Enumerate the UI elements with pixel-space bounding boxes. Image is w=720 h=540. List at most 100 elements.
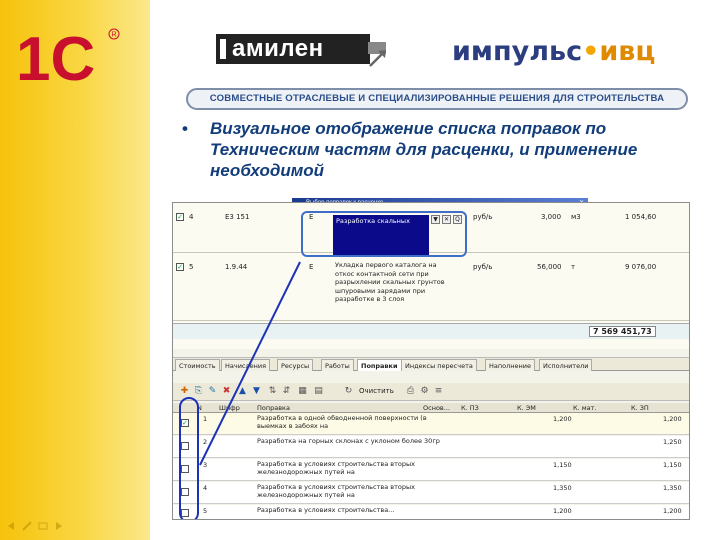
row-unit: руб/ь [473, 213, 493, 221]
col-k-mat: К. мат. [573, 404, 597, 412]
correction-k-zp: 1,350 [663, 484, 682, 492]
correction-text: Разработка в условиях строительства втор… [257, 483, 415, 499]
bullet-dot: • [182, 119, 188, 138]
toolbar: ✚ ⎘ ✎ ✖ ▲ ▼ ⇅ ⇵ ▦ ▤ ↻ Очистить ⎙ ⚙ ≡ [173, 383, 689, 401]
row-description-line: откос контактной сети при [335, 269, 429, 278]
correction-k-em: 1,200 [553, 415, 572, 423]
logo-amilen-text: амилен [216, 34, 370, 64]
filter-off-icon[interactable]: ▤ [313, 386, 324, 397]
add-icon[interactable]: ✚ [179, 386, 190, 397]
move-down-icon[interactable]: ▼ [251, 386, 262, 397]
correction-text: Разработка на горных склонах с уклоном б… [257, 437, 440, 445]
nav-pen-icon[interactable] [22, 518, 32, 531]
correction-k-zp: 1,250 [663, 438, 682, 446]
sort-asc-icon[interactable]: ⇅ [267, 386, 278, 397]
search-icon[interactable]: Q [453, 215, 462, 224]
col-basis: Основ... [423, 404, 450, 412]
row-description-line: разработке в 3 слоя [335, 295, 405, 303]
correction-number: 5 [203, 507, 208, 515]
tab-cost[interactable]: Стоимость [175, 359, 220, 371]
svg-text:R: R [112, 32, 117, 39]
settings-icon[interactable]: ⚙ [419, 386, 430, 397]
logo-ivc-text: ивц [599, 36, 656, 67]
tab-corrections[interactable]: Поправки [357, 359, 402, 371]
row-unit2: т [571, 263, 576, 271]
dropdown-buttons: ▼ ✕ Q [431, 215, 463, 225]
logo-1c: 1С R [16, 25, 120, 86]
logo-impuls-dot: • [582, 36, 600, 67]
logo-1c-text: 1С [16, 25, 95, 86]
copy-icon[interactable]: ⎘ [193, 386, 204, 397]
tab-resources[interactable]: Ресурсы [277, 359, 314, 371]
tab-works[interactable]: Работы [321, 359, 354, 371]
nav-forward-icon[interactable] [54, 518, 64, 530]
row-e-button[interactable]: Е [309, 263, 313, 271]
col-correction: Поправка [257, 404, 290, 412]
logo-amilen: амилен [216, 34, 390, 67]
move-up-icon[interactable]: ▲ [237, 386, 248, 397]
list-item[interactable]: 5 Разработка в условиях строительства...… [173, 505, 689, 519]
slide-navigation [6, 518, 64, 531]
refresh-icon[interactable]: ↻ [343, 386, 354, 397]
correction-number: 4 [203, 484, 208, 492]
list-item[interactable]: 2 Разработка на горных склонах с уклоном… [173, 436, 689, 458]
logo-amilen-arrow-icon [368, 42, 386, 67]
bullet-text: Визуальное отображение списка поправок п… [210, 119, 638, 180]
slide-bullet: • Визуальное отображение списка поправок… [182, 118, 682, 181]
list-item[interactable]: 3 Разработка в условиях строительства вт… [173, 459, 689, 481]
correction-number: 3 [203, 461, 208, 469]
row-unit: руб/ь [473, 263, 493, 271]
dropdown-arrow-icon[interactable]: ▼ [431, 215, 440, 224]
filter-icon[interactable]: ▦ [297, 386, 308, 397]
row-checkbox[interactable]: ✓ [176, 213, 184, 221]
row-description-line: Укладка первого каталога на [335, 261, 437, 269]
clear-button[interactable]: Очистить [359, 386, 394, 397]
correction-k-em: 1,200 [553, 507, 572, 515]
row-sum: 9 076,00 [625, 263, 657, 271]
print-icon[interactable]: ⎙ [405, 386, 416, 397]
logo-impuls-text: импульс [452, 36, 583, 67]
tab-filling[interactable]: Наполнение [485, 359, 535, 371]
col-k-em: К. ЭМ [517, 404, 536, 412]
row-description: Укладка первого каталога на откос контак… [335, 261, 465, 304]
correction-dropdown[interactable]: Разработка скальных [333, 215, 429, 255]
tab-performers[interactable]: Исполнители [539, 359, 593, 371]
correction-k-zp: 1,200 [663, 415, 682, 423]
row-code: Е3 151 [225, 213, 250, 221]
app-screenshot: ✓ 4 Е3 151 Е руб/ь 3,000 м3 1 054,60 ✓ 5… [172, 202, 690, 520]
dropdown-selected: Разработка скальных [336, 217, 410, 225]
row-unit2: м3 [571, 213, 581, 221]
total-value: 7 569 451,73 [589, 326, 656, 337]
correction-k-em: 1,150 [553, 461, 572, 469]
col-k-pz: К. ПЗ [461, 404, 479, 412]
correction-k-zp: 1,200 [663, 507, 682, 515]
correction-text: Разработка в условиях строительства втор… [257, 460, 415, 476]
sort-desc-icon[interactable]: ⇵ [281, 386, 292, 397]
solutions-banner: СОВМЕСТНЫЕ ОТРАСЛЕВЫЕ И СПЕЦИАЛИЗИРОВАНН… [186, 88, 688, 110]
tab-accruals[interactable]: Начисления [221, 359, 271, 371]
row-description-line: шпуровыми зарядами при [335, 286, 426, 295]
correction-text: Разработка в условиях строительства... [257, 506, 395, 514]
clear-icon[interactable]: ✕ [442, 215, 451, 224]
delete-icon[interactable]: ✖ [221, 386, 232, 397]
nav-menu-icon[interactable] [38, 518, 48, 530]
row-checkbox[interactable]: ✓ [176, 263, 184, 271]
tab-indexes[interactable]: Индексы пересчета [401, 359, 477, 371]
corrections-header: N Шифр Поправка Основ... К. ПЗ К. ЭМ К. … [173, 403, 689, 413]
row-code: 1.9.44 [225, 263, 248, 271]
tab-bar: Стоимость Начисления Ресурсы Работы Попр… [173, 357, 689, 371]
row-qty: 56,000 [537, 263, 562, 271]
list-item[interactable]: 4 Разработка в условиях строительства вт… [173, 482, 689, 504]
col-k-zp: К. ЗП [631, 404, 649, 412]
correction-number: 1 [203, 415, 208, 423]
edit-icon[interactable]: ✎ [207, 386, 218, 397]
left-brand-band: 1С R [0, 0, 150, 540]
estimate-grid: ✓ 4 Е3 151 Е руб/ь 3,000 м3 1 054,60 ✓ 5… [173, 203, 689, 349]
list-icon[interactable]: ≡ [433, 386, 444, 397]
correction-text: Разработка в одной обводненной поверхнос… [257, 414, 427, 430]
logo-impuls-ivc: импульс•ивц [452, 34, 682, 70]
list-item[interactable]: ✓ 1 Разработка в одной обводненной повер… [173, 413, 689, 435]
nav-back-icon[interactable] [6, 518, 16, 530]
row-qty: 3,000 [541, 213, 562, 221]
row-number: 4 [189, 213, 194, 221]
